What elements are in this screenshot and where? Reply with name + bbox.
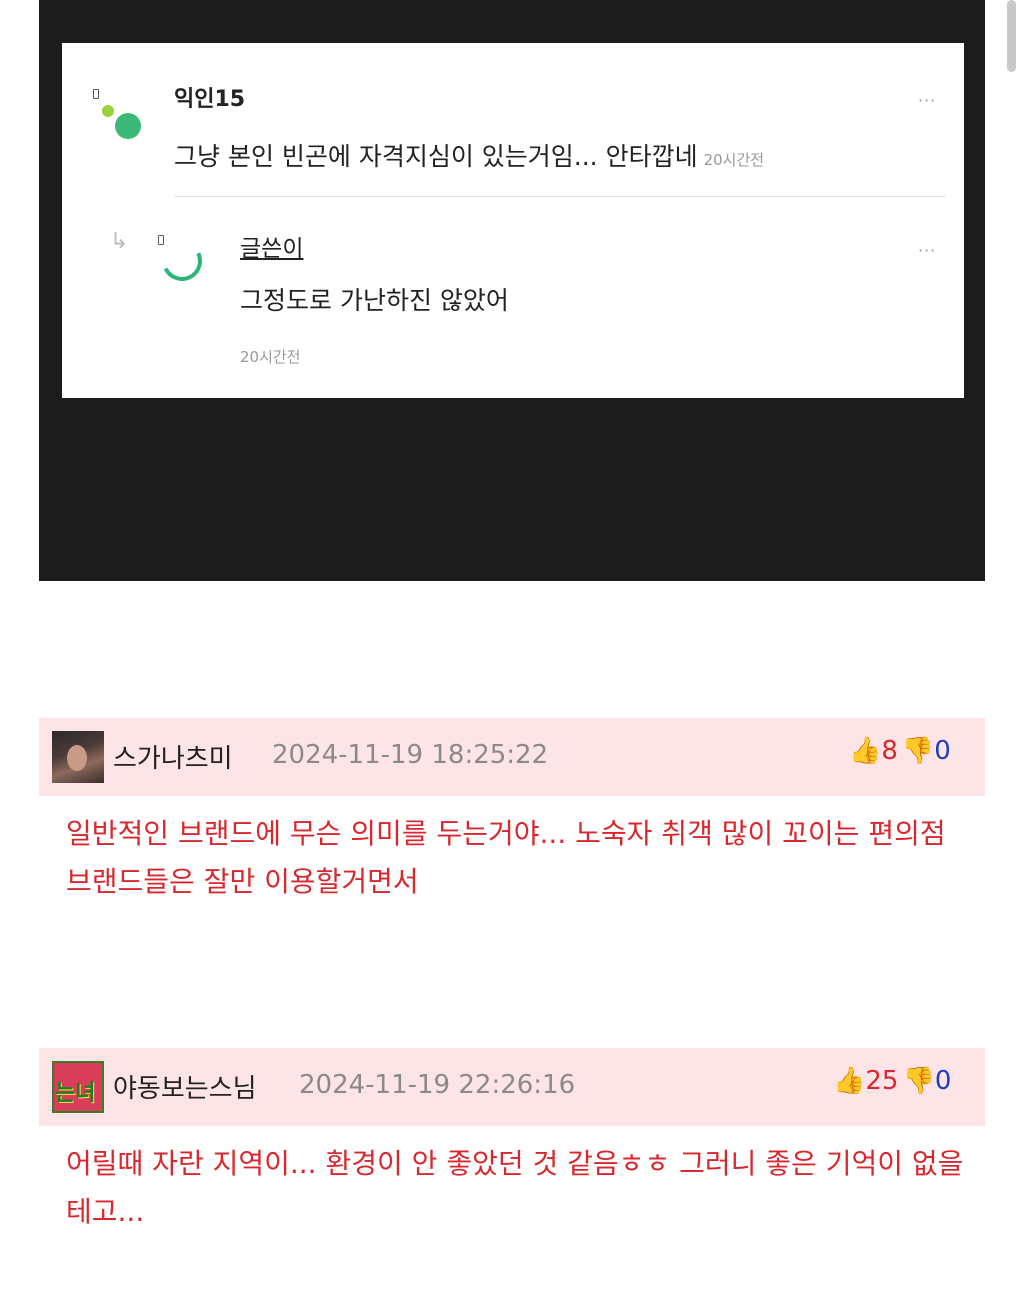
embedded-reply-text: 그정도로 가난하진 않았어 [240, 286, 509, 315]
vote-box: 👍25 👎0 [833, 1066, 951, 1096]
comment-header: 는녀 야동보는스님 2024-11-19 22:26:16 👍25 👎0 [39, 1048, 985, 1126]
more-options-icon: ··· [918, 241, 937, 260]
embedded-avatar-icon [93, 85, 143, 145]
embedded-screenshot: 익인15 그냥 본인 빈곤에 자격지심이 있는거임... 안타깝네 20시간전 ·… [39, 0, 985, 581]
user-avatar[interactable]: 는녀 [52, 1061, 104, 1113]
dislike-count: 0 [934, 736, 951, 766]
comment-body: 일반적인 브랜드에 무슨 의미를 두는거야... 노숙자 취객 많이 꼬이는 편… [66, 817, 946, 898]
avatar-text: 는녀 [55, 1081, 96, 1106]
embedded-reply-avatar-icon [156, 235, 208, 287]
embedded-reply-time: 20시간전 [240, 348, 301, 366]
comment-date: 2024-11-19 22:26:16 [299, 1070, 576, 1100]
embedded-comment-text: 그냥 본인 빈곤에 자격지심이 있는거임... 안타깝네 20시간전 [174, 142, 765, 171]
like-count: 25 [865, 1066, 899, 1096]
like-count: 8 [881, 736, 898, 766]
comment-username[interactable]: 야동보는스님 [113, 1068, 257, 1105]
embedded-comment-card: 익인15 그냥 본인 빈곤에 자격지심이 있는거임... 안타깝네 20시간전 ·… [62, 43, 964, 398]
thumbs-down-icon[interactable]: 👎 [902, 736, 934, 766]
embedded-comment-time: 20시간전 [703, 151, 765, 169]
reply-arrow-icon: ↳ [110, 229, 129, 254]
vote-box: 👍8 👎0 [849, 736, 951, 766]
comment-header: 스가나츠미 2024-11-19 18:25:22 👍8 👎0 [39, 718, 985, 796]
comment-username[interactable]: 스가나츠미 [113, 738, 233, 775]
dislike-count: 0 [934, 1066, 952, 1096]
thumbs-down-icon[interactable]: 👎 [902, 1066, 934, 1096]
more-options-icon: ··· [918, 91, 937, 110]
thumbs-up-icon[interactable]: 👍 [833, 1066, 865, 1096]
comment-body: 어릴때 자란 지역이... 환경이 안 좋았던 것 같음ㅎㅎ 그러니 좋은 기억… [66, 1147, 964, 1228]
embedded-reply-author: 글쓴이 [240, 236, 304, 262]
comment-date: 2024-11-19 18:25:22 [272, 740, 549, 770]
thumbs-up-icon[interactable]: 👍 [849, 736, 881, 766]
divider [174, 196, 946, 197]
embedded-comment-author: 익인15 [174, 87, 246, 112]
user-avatar[interactable] [52, 731, 104, 783]
scrollbar[interactable] [1007, 0, 1016, 72]
